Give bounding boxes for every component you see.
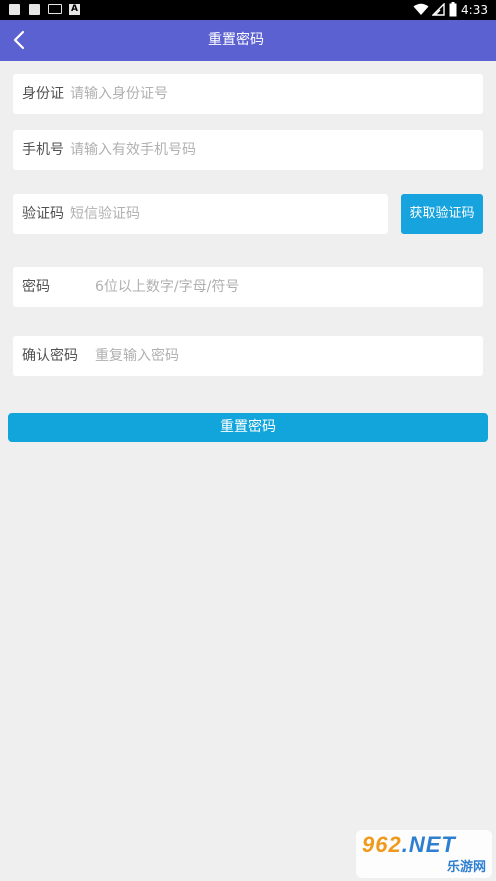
watermark-brand: 962.NET <box>362 832 456 857</box>
confirm-password-field: 确认密码 <box>13 336 483 376</box>
page-title: 重置密码 <box>208 32 264 48</box>
phone-field: 手机号 <box>13 130 483 170</box>
sms-code-field: 验证码 <box>13 194 388 234</box>
site-watermark-logo: 962.NET 乐游网 <box>356 830 492 878</box>
password-field: 密码 <box>13 267 483 307</box>
header-bar: 重置密码 <box>0 20 496 61</box>
status-bar: A 4:33 <box>0 0 496 20</box>
keyboard-icon <box>48 4 62 14</box>
get-code-button[interactable]: 获取验证码 <box>401 194 483 234</box>
a-notification-icon: A <box>69 4 80 15</box>
password-label: 密码 <box>22 279 50 295</box>
notification-square-icon <box>9 4 20 15</box>
confirm-password-label: 确认密码 <box>22 348 78 364</box>
status-time: 4:33 <box>461 3 488 17</box>
password-input[interactable] <box>95 267 475 307</box>
id-card-input[interactable] <box>70 74 475 114</box>
wifi-icon <box>413 3 429 15</box>
reset-password-button[interactable]: 重置密码 <box>8 413 488 442</box>
id-card-label: 身份证 <box>22 86 64 102</box>
battery-icon <box>449 2 457 17</box>
confirm-password-input[interactable] <box>95 336 475 376</box>
id-card-field: 身份证 <box>13 74 483 114</box>
sms-code-input[interactable] <box>70 194 380 234</box>
notification-square-icon <box>29 4 40 15</box>
sms-code-label: 验证码 <box>22 206 64 222</box>
signal-icon <box>432 3 445 16</box>
phone-label: 手机号 <box>22 142 64 158</box>
watermark-site-name: 乐游网 <box>446 860 486 875</box>
phone-input[interactable] <box>70 130 475 170</box>
